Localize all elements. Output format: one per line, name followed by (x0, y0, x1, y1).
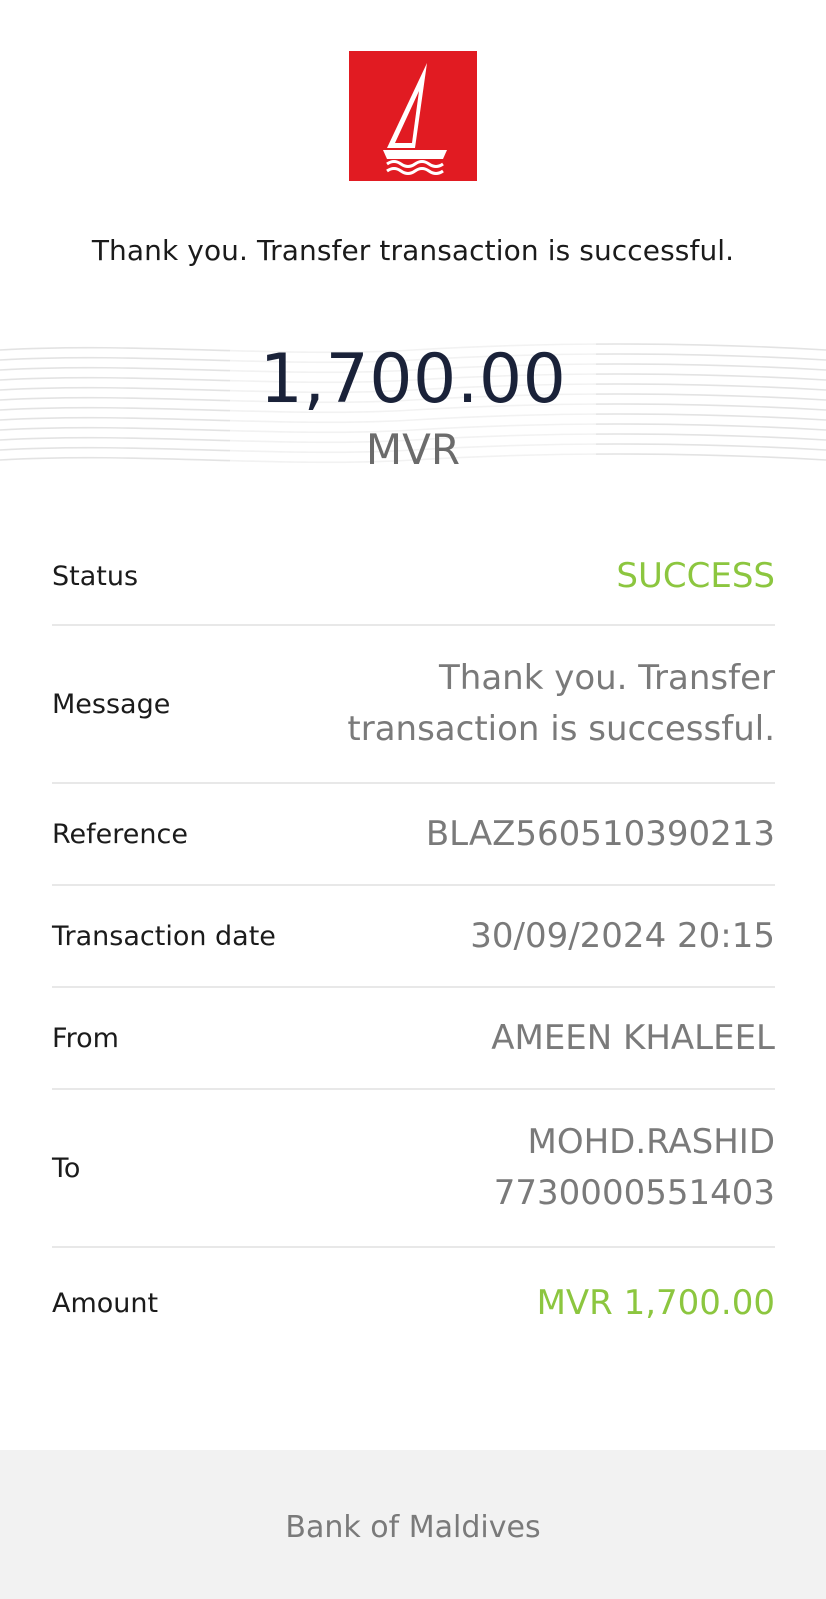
detail-row-amount: Amount MVR 1,700.00 (52, 1248, 775, 1358)
detail-label: To (52, 1152, 81, 1184)
from-value: AMEEN KHALEEL (491, 1017, 775, 1058)
footer-zigzag-edge (0, 1448, 826, 1472)
reference-value: BLAZ560510390213 (425, 813, 775, 854)
detail-row-transaction-date: Transaction date 30/09/2024 20:15 (52, 886, 775, 988)
detail-label: From (52, 1022, 119, 1054)
transfer-amount: 1,700.00 (259, 340, 567, 419)
bank-logo (349, 51, 477, 181)
bank-name: Bank of Maldives (285, 1510, 541, 1545)
transaction-date-value: 30/09/2024 20:15 (470, 915, 775, 956)
detail-label: Transaction date (52, 920, 276, 952)
status-value: SUCCESS (616, 555, 775, 596)
sailboat-icon (383, 63, 447, 175)
detail-row-status: Status SUCCESS (52, 528, 775, 626)
amount-value: MVR 1,700.00 (536, 1282, 775, 1323)
detail-row-reference: Reference BLAZ560510390213 (52, 784, 775, 886)
detail-label: Reference (52, 818, 188, 850)
transaction-details: Status SUCCESS Message Thank you. Transf… (52, 528, 775, 1358)
to-value: MOHD.RASHID 7730000551403 (493, 1122, 775, 1213)
detail-row-message: Message Thank you. Transfer transaction … (52, 626, 775, 784)
detail-label: Amount (52, 1287, 159, 1319)
detail-label: Message (52, 688, 171, 720)
detail-row-from: From AMEEN KHALEEL (52, 988, 775, 1090)
detail-label: Status (52, 560, 139, 592)
transfer-currency: MVR (365, 425, 461, 474)
detail-row-to: To MOHD.RASHID 7730000551403 (52, 1090, 775, 1248)
message-value: Thank you. Transfer transaction is succe… (347, 658, 775, 749)
success-headline: Thank you. Transfer transaction is succe… (91, 234, 735, 267)
